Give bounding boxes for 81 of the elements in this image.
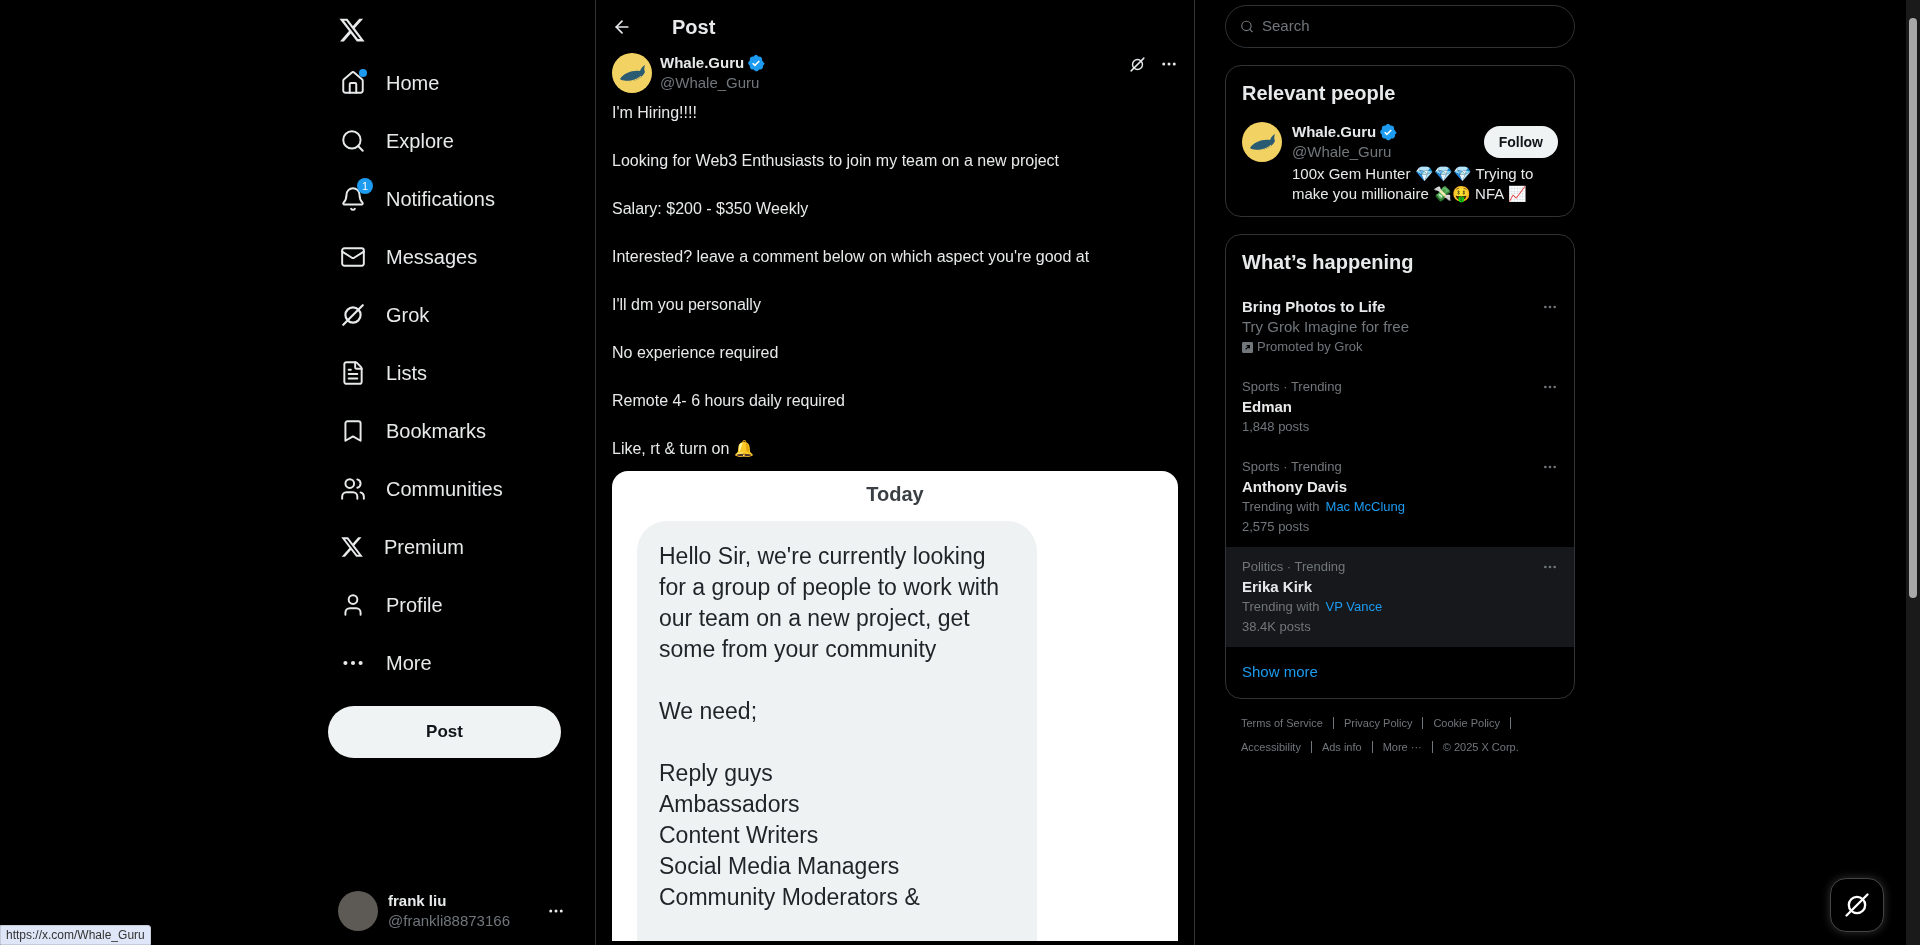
post-text: Salary: $200 - $350 Weekly [612, 199, 810, 219]
post-text: Like, rt & turn on 🔔 [612, 439, 755, 459]
chat-message-text: Reply guys Ambassadors Content Writers Social Media Managers Community Moderators & [659, 759, 921, 912]
slashed-circle-icon[interactable] [1129, 55, 1146, 73]
nav-link[interactable]: Messages [328, 228, 575, 286]
post-button[interactable]: Post [328, 706, 561, 758]
nav-link[interactable]: Grok [328, 286, 575, 344]
whale-avatar[interactable] [612, 53, 652, 93]
trend-context: Politics · Trending [1242, 558, 1346, 576]
author-handle[interactable]: @Whale_Guru [660, 73, 766, 93]
footer-link[interactable]: Cookie Policy [1433, 710, 1501, 735]
chat-message-text: Hello Sir, we're currently looking for a group of people to work with our team on a new project, get some from your community [659, 542, 1001, 664]
trend-title: Bring Photos to Life [1242, 297, 1386, 317]
post-text: I'll dm you personally [612, 295, 762, 315]
footer-link[interactable]: Terms of Service [1241, 710, 1323, 735]
people-icon[interactable] [340, 476, 366, 502]
trend-post-count: 1,848 posts [1242, 418, 1310, 436]
search-field[interactable]: Search [1261, 15, 1560, 38]
card-title: What’s happening [1241, 250, 1415, 275]
nav-link[interactable]: Explore [328, 112, 575, 170]
person-bio: 100x Gem Hunter 💎💎💎 Trying to make you millionaire 💸🤑 NFA 📈 [1292, 164, 1535, 204]
chat-message-text: We need; [659, 697, 759, 726]
nav-link[interactable]: Profile [328, 576, 575, 634]
notification-badge: 1 [357, 178, 373, 194]
trend-post-count: 2,575 posts [1242, 518, 1310, 536]
footer-link[interactable]: Ads info [1321, 734, 1362, 759]
nav-link[interactable]: Premium [328, 518, 575, 576]
scrollbar[interactable] [1906, 0, 1920, 945]
footer-link[interactable]: More ··· [1382, 734, 1422, 759]
envelope-icon[interactable] [340, 244, 366, 270]
nav-link[interactable]: More [328, 634, 575, 692]
trending-with-label: Trending with [1242, 498, 1320, 516]
post-text: I'm Hiring!!!! [612, 103, 698, 123]
person-handle[interactable]: @Whale_Guru [1292, 142, 1398, 162]
x-logo-icon[interactable] [340, 535, 364, 559]
x-logo-icon[interactable] [338, 16, 366, 44]
trend-title: Anthony Davis [1242, 477, 1347, 497]
nav-link[interactable]: Lists [328, 344, 575, 402]
footer-link[interactable]: Privacy Policy [1343, 710, 1413, 735]
show-more-link[interactable]: Show more [1226, 647, 1574, 698]
list-icon[interactable] [340, 360, 366, 386]
post-text: No experience required [612, 343, 780, 363]
trend-link[interactable]: VP Vance [1325, 597, 1383, 617]
account-name: frank liu [388, 891, 448, 911]
trend-subtitle: Try Grok Imagine for free [1242, 317, 1409, 337]
card-title: Relevant people [1242, 81, 1397, 106]
account-handle: @frankli88873166 [388, 911, 510, 931]
page-title: Post [672, 14, 716, 40]
post-text: Interested? leave a comment below on which aspect you're good at [612, 247, 1091, 267]
promoted-icon [1242, 341, 1253, 353]
nav-link[interactable]: Communities [328, 460, 575, 518]
grok-floating-button[interactable] [1830, 878, 1884, 932]
post-text: Remote 4- 6 hours daily required [612, 391, 846, 411]
slashed-circle-icon[interactable] [340, 302, 366, 328]
trend-item[interactable]: Politics · Trending Erika Kirk Trending with VP Vance 38.4K posts [1226, 547, 1574, 647]
status-url: https://x.com/Whale_Guru [0, 925, 151, 945]
home-icon[interactable] [340, 70, 366, 96]
follow-button[interactable]: Follow [1483, 126, 1558, 158]
post-text: Looking for Web3 Enthusiasts to join my team on a new project [612, 151, 1061, 171]
avatar-placeholder[interactable] [338, 891, 378, 931]
copyright-text: © 2025 X Corp. [1442, 739, 1519, 755]
search-icon[interactable] [340, 128, 366, 154]
trend-post-count: 38.4K posts [1242, 618, 1311, 636]
slashed-circle-icon [1843, 891, 1871, 919]
chat-screenshot[interactable] [612, 471, 1178, 941]
search-icon [1240, 19, 1254, 34]
trend-context: Sports · Trending [1242, 458, 1342, 476]
trend-link[interactable]: Mac McClung [1325, 497, 1406, 517]
nav-link[interactable]: Bookmarks [328, 402, 575, 460]
chat-date: Today [866, 482, 924, 507]
person-name[interactable]: Whale.Guru [1292, 122, 1377, 142]
trend-title: Edman [1242, 397, 1292, 417]
trending-with-label: Trending with [1242, 598, 1320, 616]
author-name[interactable]: Whale.Guru [660, 53, 745, 73]
whale-avatar[interactable] [1242, 122, 1282, 162]
nav-link[interactable]: Home [328, 54, 575, 112]
footer-link[interactable]: Accessibility [1241, 734, 1301, 759]
promoted-label: Promoted by Grok [1257, 338, 1363, 356]
nav-link[interactable]: 1 Notifications [328, 170, 575, 228]
trend-title: Erika Kirk [1242, 577, 1313, 597]
trend-context: Sports · Trending [1242, 378, 1342, 396]
